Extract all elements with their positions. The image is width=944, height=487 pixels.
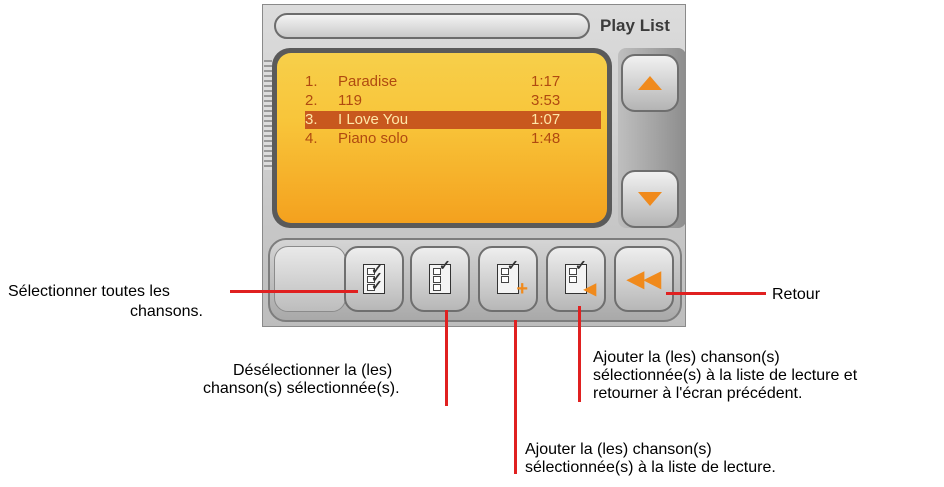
list-item[interactable]: 4. Piano solo 1:48: [305, 130, 601, 148]
select-all-button[interactable]: ✓ ✓ ✓: [344, 246, 404, 312]
callout-add-return-line1: Ajouter la (les) chanson(s): [593, 349, 780, 366]
callout-back: Retour: [772, 286, 821, 303]
add-and-return-button[interactable]: ✓ ◀: [546, 246, 606, 312]
callout-select-all-line1: Sélectionner toutes les: [8, 283, 170, 300]
callout-line-select-all: [230, 290, 358, 293]
callout-add-line2: sélectionnée(s) à la liste de lecture.: [525, 459, 776, 476]
track-duration: 1:48: [531, 130, 561, 147]
back-arrow-icon: ◀◀: [627, 266, 661, 291]
arrow-up-icon: [638, 76, 662, 90]
track-name: 119: [338, 92, 362, 109]
list-item[interactable]: 1. Paradise 1:17: [305, 73, 601, 91]
select-all-icon: ✓ ✓ ✓: [363, 261, 385, 294]
callout-add-return-line2: sélectionnée(s) à la liste de lecture et: [593, 367, 858, 384]
track-name: Paradise: [338, 73, 398, 90]
page-title: Play List: [600, 16, 670, 35]
track-name: Piano solo: [338, 130, 409, 147]
track-number: 1.: [305, 73, 318, 90]
track-number: 4.: [305, 130, 318, 147]
add-to-playlist-button[interactable]: ✓ +: [478, 246, 538, 312]
side-grip: [264, 60, 272, 170]
deselect-icon: ✓: [429, 257, 451, 294]
title-bar: [274, 13, 590, 39]
arrow-down-icon: [638, 192, 662, 206]
track-name: I Love You: [338, 111, 409, 128]
add-to-playlist-icon: ✓ +: [497, 257, 528, 300]
track-duration: 1:07: [531, 111, 561, 128]
back-button[interactable]: ◀◀: [614, 246, 674, 312]
callout-line-add-return: [578, 306, 581, 402]
toolbar-spacer: [274, 246, 346, 312]
callout-add-line1: Ajouter la (les) chanson(s): [525, 441, 712, 458]
track-duration: 3:53: [531, 92, 561, 109]
track-duration: 1:17: [531, 73, 561, 90]
deselect-button[interactable]: ✓: [410, 246, 470, 312]
callout-deselect-line1: Désélectionner la (les): [233, 362, 393, 379]
callout-select-all-line2: chansons.: [130, 303, 203, 320]
track-number: 3.: [305, 111, 318, 128]
callout-add-return-line3: retourner à l'écran précédent.: [593, 385, 803, 402]
playlist-list: 1. Paradise 1:17 2. 119 3:53 3. I Love Y…: [277, 53, 607, 223]
add-and-return-icon: ✓ ◀: [565, 257, 596, 298]
scroll-up-button[interactable]: [621, 54, 679, 112]
playlist-panel: 1. Paradise 1:17 2. 119 3:53 3. I Love Y…: [272, 48, 612, 228]
list-item-selected[interactable]: 3. I Love You 1:07: [305, 111, 601, 129]
track-number: 2.: [305, 92, 318, 109]
scroll-down-button[interactable]: [621, 170, 679, 228]
callout-line-back: [666, 292, 766, 295]
callout-line-add: [514, 320, 517, 474]
callout-line-deselect: [445, 310, 448, 406]
list-item[interactable]: 2. 119 3:53: [305, 92, 601, 110]
callout-deselect-line2: chanson(s) sélectionnée(s).: [203, 380, 400, 397]
